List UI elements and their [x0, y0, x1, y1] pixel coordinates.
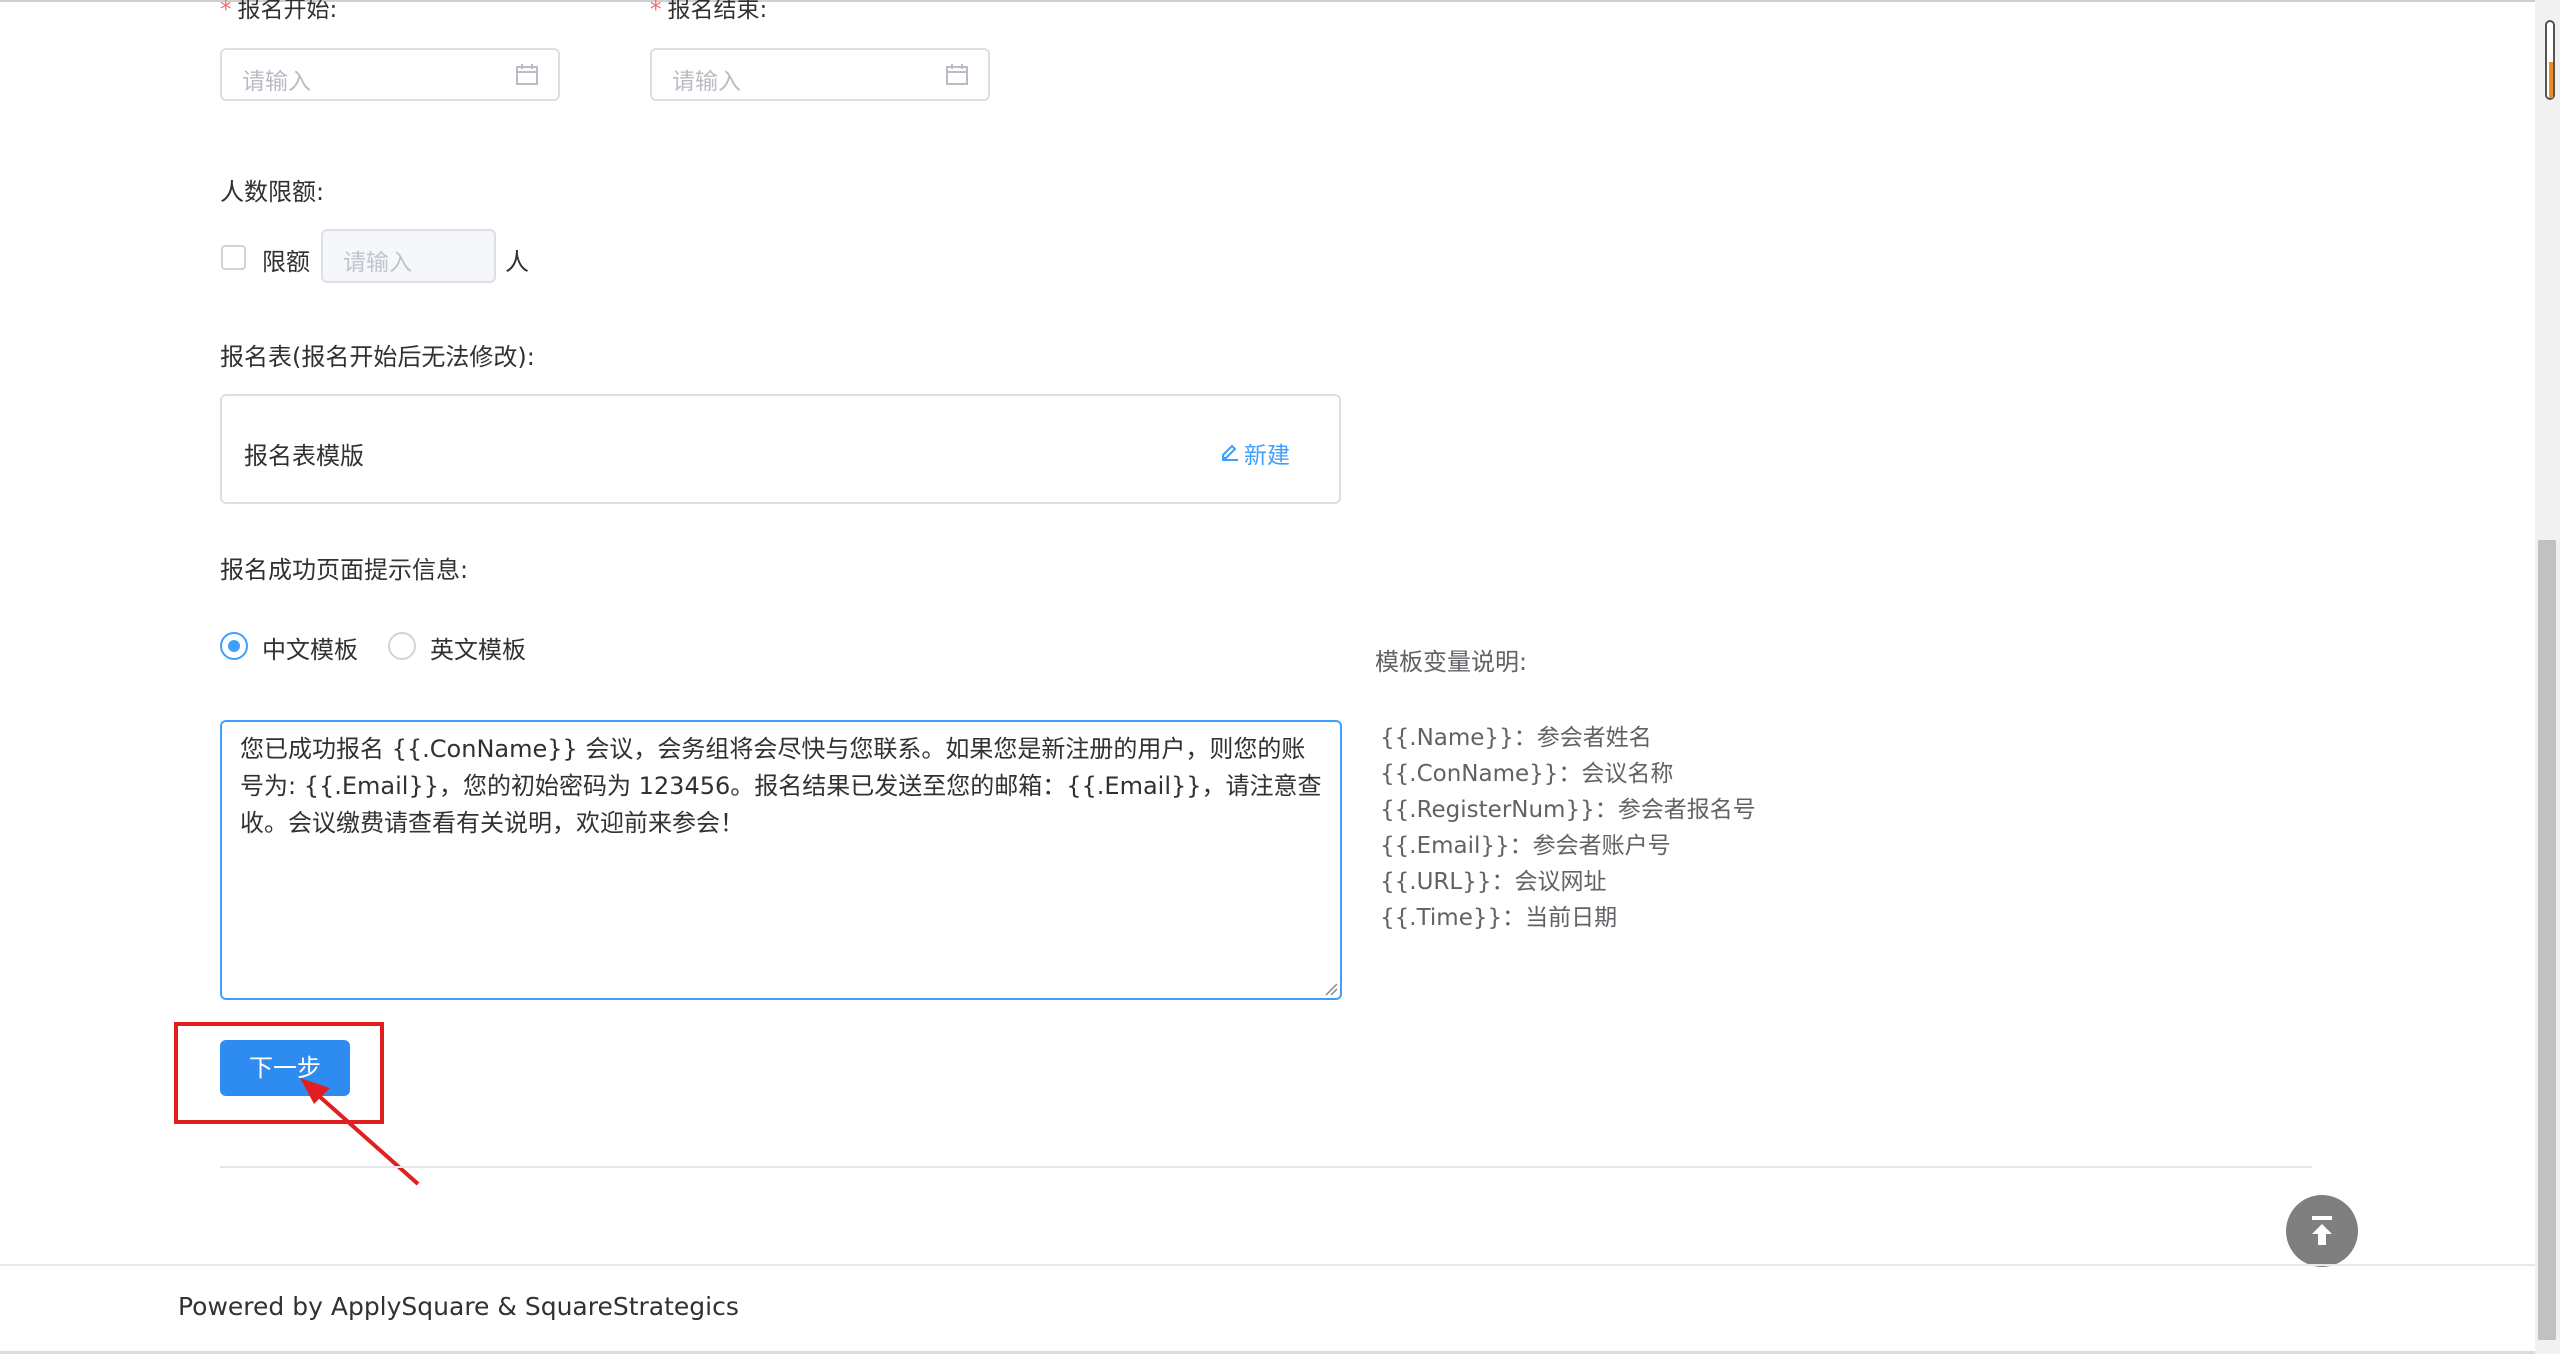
radio-chinese-label: 中文模板: [262, 636, 358, 664]
success-message-label: 报名成功页面提示信息:: [220, 556, 469, 584]
registration-end-label-text: 报名结束:: [667, 0, 768, 23]
back-to-top-button[interactable]: [2286, 1195, 2358, 1267]
variable-item: {{.ConName}}：会议名称: [1380, 761, 1674, 787]
top-border: [0, 0, 2535, 2]
template-variables-title: 模板变量说明:: [1375, 648, 1528, 676]
registration-start-placeholder: 请输入: [242, 69, 311, 95]
variable-item: {{.RegisterNum}}：参会者报名号: [1380, 797, 1756, 823]
variable-item: {{.Email}}：参会者账户号: [1380, 833, 1671, 859]
form-template-name: 报名表模版: [244, 442, 364, 470]
registration-start-label: * 报名开始:: [220, 0, 337, 24]
radio-chinese-template[interactable]: 中文模板: [220, 630, 380, 664]
form-section-label: 报名表(报名开始后无法修改):: [220, 343, 535, 371]
scroll-indicator-fill: [2549, 62, 2553, 98]
footer-text: Powered by ApplySquare & SquareStrategic…: [178, 1292, 739, 1321]
quota-label: 人数限额:: [220, 178, 325, 206]
required-mark: *: [650, 0, 662, 23]
registration-start-label-text: 报名开始:: [237, 0, 338, 23]
section-divider: [220, 1166, 2312, 1168]
quota-unit: 人: [505, 248, 529, 276]
variable-item: {{.Time}}：当前日期: [1380, 905, 1618, 931]
radio-button-unchecked: [388, 632, 416, 660]
template-variables-list: {{.Name}}：参会者姓名 {{.ConName}}：会议名称 {{.Reg…: [1380, 720, 1756, 936]
variable-item: {{.URL}}：会议网址: [1380, 869, 1607, 895]
success-message-text: 您已成功报名 {{.ConName}} 会议，会务组将会尽快与您联系。如果您是新…: [240, 735, 1322, 837]
registration-end-placeholder: 请输入: [672, 69, 741, 95]
radio-english-template[interactable]: 英文模板: [388, 630, 548, 664]
scrollbar-thumb[interactable]: [2538, 540, 2556, 1340]
variable-item: {{.Name}}：参会者姓名: [1380, 725, 1652, 751]
quota-input[interactable]: 请输入: [321, 229, 496, 283]
success-message-textarea[interactable]: 您已成功报名 {{.ConName}} 会议，会务组将会尽快与您联系。如果您是新…: [220, 720, 1342, 1000]
quota-checkbox-label: 限额: [262, 248, 310, 276]
required-mark: *: [220, 0, 232, 23]
new-form-link-text: 新建: [1244, 443, 1290, 469]
quota-checkbox[interactable]: [221, 245, 246, 270]
radio-english-label: 英文模板: [430, 636, 526, 664]
radio-button-checked: [220, 632, 248, 660]
registration-end-label: * 报名结束:: [650, 0, 767, 24]
form-template-box: 报名表模版 新建: [220, 394, 1341, 504]
quota-placeholder: 请输入: [343, 250, 412, 276]
calendar-icon: [946, 64, 968, 85]
edit-icon: [1222, 444, 1238, 461]
footer-divider: [0, 1264, 2535, 1266]
arrow-up-to-line-icon: [2312, 1216, 2332, 1245]
registration-end-input[interactable]: 请输入: [650, 48, 990, 101]
registration-start-input[interactable]: 请输入: [220, 48, 560, 101]
annotation-arrow-icon: [300, 1078, 420, 1186]
resize-handle-icon[interactable]: [1324, 982, 1338, 996]
calendar-icon: [516, 64, 538, 85]
